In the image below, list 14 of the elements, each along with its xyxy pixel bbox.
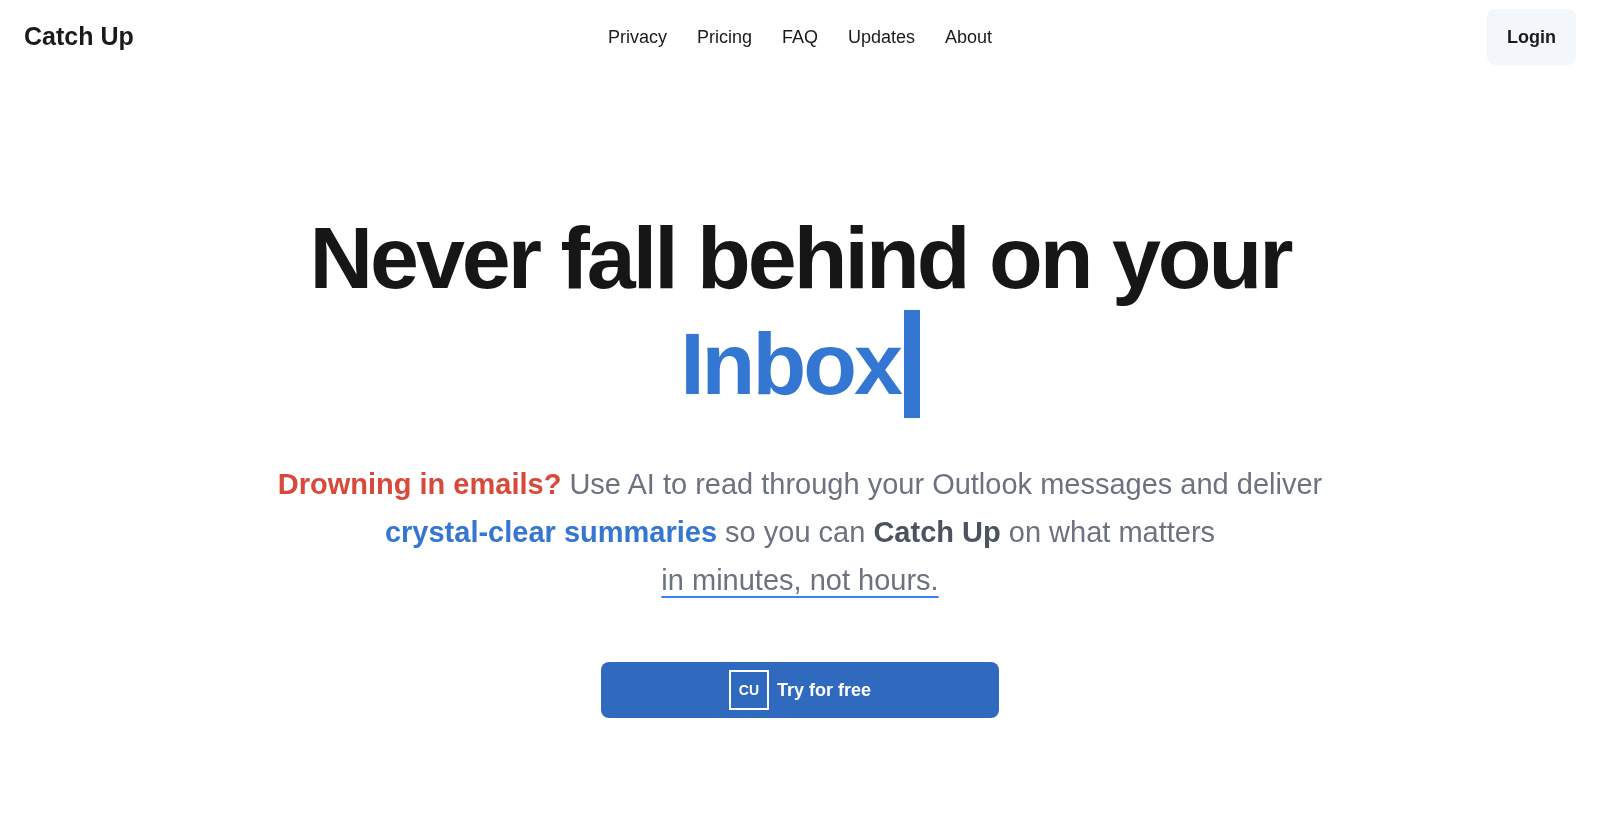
brand-logo[interactable]: Catch Up xyxy=(24,18,424,56)
headline: Never fall behind on your xyxy=(309,207,1291,309)
button-label: Try for free xyxy=(776,678,871,702)
logo-icon: CU xyxy=(728,670,769,710)
nav-link[interactable]: FAQ xyxy=(781,23,818,51)
intro-paragraph: Drowning in emails? Use AI to read through your Outlook messages and deliver crystal-clear summaries so you can Catch Up on what matters in minutes, not hours. xyxy=(276,467,1324,598)
link[interactable]: in minutes, not hours. xyxy=(661,564,939,596)
nav-link[interactable]: About xyxy=(945,23,993,51)
nav-link[interactable]: Privacy xyxy=(607,23,667,51)
headline-highlight: Inbox xyxy=(680,313,900,415)
login-button[interactable]: Login xyxy=(1487,9,1576,65)
nav-link[interactable]: Updates xyxy=(848,23,916,51)
nav-link[interactable]: Pricing xyxy=(696,23,752,51)
try-for-free-button[interactable]: CU Try for free xyxy=(601,662,999,718)
